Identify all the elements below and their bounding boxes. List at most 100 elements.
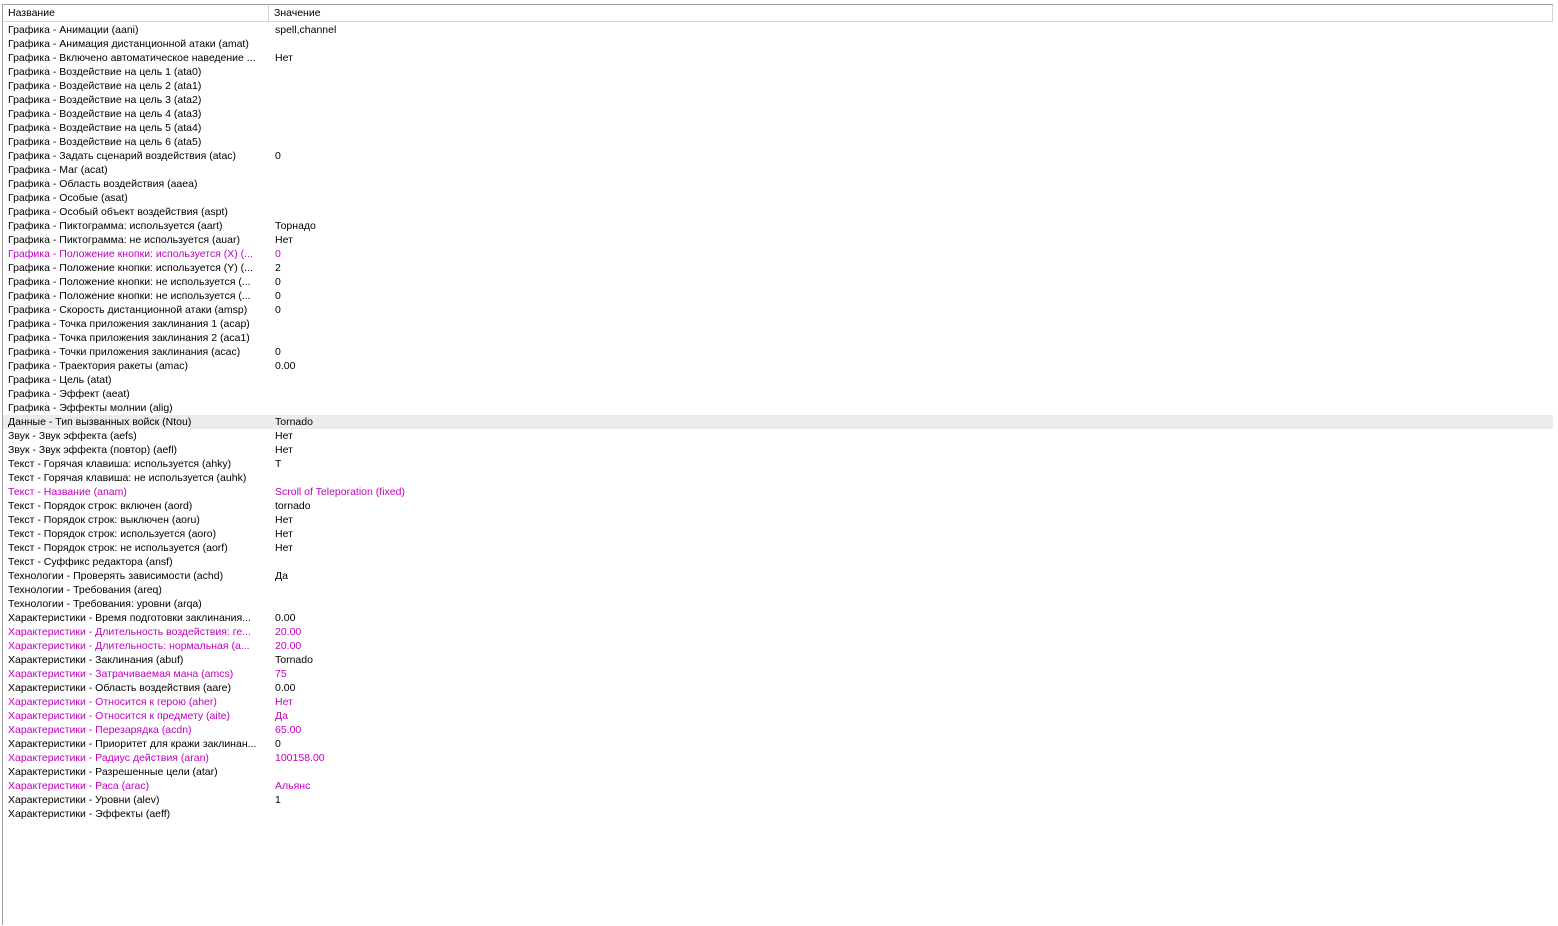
property-value: 1 xyxy=(275,794,281,806)
table-row[interactable]: Графика - Точка приложения заклинания 1 … xyxy=(3,317,1553,331)
table-row[interactable]: Графика - Цель (atat) xyxy=(3,373,1553,387)
table-row[interactable]: Звук - Звук эффекта (повтор) (aefl) Нет xyxy=(3,443,1553,457)
property-value: 2 xyxy=(275,262,281,274)
table-row[interactable]: Графика - Положение кнопки: не используе… xyxy=(3,275,1553,289)
property-name: Характеристики - Приоритет для кражи зак… xyxy=(8,738,257,750)
table-row[interactable]: Графика - Область воздействия (aaea) xyxy=(3,177,1553,191)
table-row[interactable]: Графика - Особые (asat) xyxy=(3,191,1553,205)
table-row[interactable]: Графика - Анимации (aani) spell,channel xyxy=(3,23,1553,37)
table-row[interactable]: Характеристики - Область воздействия (aa… xyxy=(3,681,1553,695)
property-name: Текст - Порядок строк: используется (aor… xyxy=(8,528,217,540)
table-row[interactable]: Графика - Точка приложения заклинания 2 … xyxy=(3,331,1553,345)
table-row[interactable]: Звук - Звук эффекта (aefs) Нет xyxy=(3,429,1553,443)
property-value: 20.00 xyxy=(275,640,302,652)
property-value: 0.00 xyxy=(275,682,296,694)
table-row[interactable]: Графика - Положение кнопки: не используе… xyxy=(3,289,1553,303)
property-value: 0 xyxy=(275,304,281,316)
property-name: Графика - Воздействие на цель 2 (ata1) xyxy=(8,80,202,92)
property-name: Графика - Включено автоматическое наведе… xyxy=(8,52,256,64)
property-value: Нет xyxy=(275,430,293,442)
table-row[interactable]: Графика - Особый объект воздействия (asp… xyxy=(3,205,1553,219)
column-header-value[interactable]: Значение xyxy=(269,5,1553,21)
table-row[interactable]: Текст - Горячая клавиша: не используется… xyxy=(3,471,1553,485)
table-row[interactable]: Графика - Точки приложения заклинания (a… xyxy=(3,345,1553,359)
table-row[interactable]: Характеристики - Длительность: нормальна… xyxy=(3,639,1553,653)
table-row[interactable]: Графика - Воздействие на цель 2 (ata1) xyxy=(3,79,1553,93)
table-row[interactable]: Данные - Тип вызванных войск (Ntou) Torna… xyxy=(3,415,1553,429)
table-row[interactable]: Характеристики - Длительность воздействи… xyxy=(3,625,1553,639)
property-value: T xyxy=(275,458,282,470)
table-row[interactable]: Текст - Порядок строк: выключен (aoru) Не… xyxy=(3,513,1553,527)
property-name: Текст - Горячая клавиша: используется (a… xyxy=(8,458,232,470)
property-name: Данные - Тип вызванных войск (Ntou) xyxy=(8,416,192,428)
table-row[interactable]: Характеристики - Эффекты (aeff) xyxy=(3,807,1553,821)
column-header-name[interactable]: Название xyxy=(3,5,269,21)
table-row[interactable]: Текст - Порядок строк: используется (aor… xyxy=(3,527,1553,541)
property-value: Альянс xyxy=(275,780,311,792)
table-row[interactable]: Графика - Воздействие на цель 1 (ata0) xyxy=(3,65,1553,79)
property-name: Характеристики - Перезарядка (acdn) xyxy=(8,724,192,736)
table-row[interactable]: Характеристики - Приоритет для кражи зак… xyxy=(3,737,1553,751)
property-name: Технологии - Требования (areq) xyxy=(8,584,162,596)
table-row[interactable]: Графика - Положение кнопки: используется… xyxy=(3,261,1553,275)
table-row[interactable]: Текст - Порядок строк: включен (aord) tor… xyxy=(3,499,1553,513)
table-row[interactable]: Характеристики - Относится к герою (aher… xyxy=(3,695,1553,709)
property-value: Tornado xyxy=(275,654,313,666)
property-name: Графика - Положение кнопки: не используе… xyxy=(8,276,251,288)
table-row[interactable]: Графика - Задать сценарий воздействия (a… xyxy=(3,149,1553,163)
table-row[interactable]: Характеристики - Раса (arac) Альянс xyxy=(3,779,1553,793)
table-row[interactable]: Графика - Воздействие на цель 6 (ata5) xyxy=(3,135,1553,149)
property-name: Графика - Анимации (aani) xyxy=(8,24,139,36)
table-row[interactable]: Технологии - Требования (areq) xyxy=(3,583,1553,597)
table-row[interactable]: Графика - Воздействие на цель 3 (ata2) xyxy=(3,93,1553,107)
table-row[interactable]: Графика - Маг (acat) xyxy=(3,163,1553,177)
property-name: Графика - Положение кнопки: используется… xyxy=(8,248,253,260)
property-name: Текст - Порядок строк: не используется (… xyxy=(8,542,228,554)
property-name: Характеристики - Радиус действия (aran) xyxy=(8,752,209,764)
property-name: Графика - Положение кнопки: не используе… xyxy=(8,290,251,302)
property-name: Графика - Анимация дистанционной атаки (… xyxy=(8,38,249,50)
table-row[interactable]: Технологии - Проверять зависимости (achd… xyxy=(3,569,1553,583)
table-row[interactable]: Текст - Название (anam) Scroll of Telepor… xyxy=(3,485,1553,499)
table-row[interactable]: Характеристики - Заклинания (abuf) Tornad… xyxy=(3,653,1553,667)
list-rows: Графика - Анимации (aani) spell,channel Гр… xyxy=(3,23,1553,821)
table-row[interactable]: Характеристики - Разрешенные цели (atar) xyxy=(3,765,1553,779)
table-row[interactable]: Графика - Пиктограмма: не используется (… xyxy=(3,233,1553,247)
property-name: Графика - Точка приложения заклинания 2 … xyxy=(8,332,250,344)
table-row[interactable]: Графика - Эффект (aeat) xyxy=(3,387,1553,401)
table-row[interactable]: Графика - Воздействие на цель 4 (ata3) xyxy=(3,107,1553,121)
table-row[interactable]: Характеристики - Время подготовки заклин… xyxy=(3,611,1553,625)
table-row[interactable]: Характеристики - Затрачиваемая мана (amc… xyxy=(3,667,1553,681)
table-row[interactable]: Графика - Эффекты молнии (alig) xyxy=(3,401,1553,415)
property-value: tornado xyxy=(275,500,311,512)
table-row[interactable]: Текст - Суффикс редактора (ansf) xyxy=(3,555,1553,569)
property-value: Нет xyxy=(275,444,293,456)
table-row[interactable]: Графика - Воздействие на цель 5 (ata4) xyxy=(3,121,1553,135)
table-row[interactable]: Графика - Включено автоматическое наведе… xyxy=(3,51,1553,65)
table-row[interactable]: Графика - Положение кнопки: используется… xyxy=(3,247,1553,261)
property-value: 20.00 xyxy=(275,626,302,638)
property-value: Да xyxy=(275,570,288,582)
property-value: 100158.00 xyxy=(275,752,325,764)
table-row[interactable]: Текст - Порядок строк: не используется (… xyxy=(3,541,1553,555)
property-name: Графика - Воздействие на цель 1 (ata0) xyxy=(8,66,202,78)
property-name: Графика - Воздействие на цель 4 (ata3) xyxy=(8,108,202,120)
property-name: Характеристики - Длительность воздействи… xyxy=(8,626,251,638)
property-name: Характеристики - Уровни (alev) xyxy=(8,794,160,806)
property-name: Характеристики - Относится к герою (aher… xyxy=(8,696,217,708)
table-row[interactable]: Технологии - Требования: уровни (arqa) xyxy=(3,597,1553,611)
table-row[interactable]: Графика - Пиктограмма: используется (aar… xyxy=(3,219,1553,233)
table-row[interactable]: Характеристики - Уровни (alev) 1 xyxy=(3,793,1553,807)
table-row[interactable]: Графика - Анимация дистанционной атаки (… xyxy=(3,37,1553,51)
table-row[interactable]: Характеристики - Перезарядка (acdn) 65.00 xyxy=(3,723,1553,737)
table-row[interactable]: Характеристики - Радиус действия (aran) 1… xyxy=(3,751,1553,765)
property-value: 0.00 xyxy=(275,360,296,372)
property-value: Нет xyxy=(275,514,293,526)
object-properties-list[interactable]: Название Значение Графика - Анимации (aa… xyxy=(2,4,1553,925)
table-row[interactable]: Характеристики - Относится к предмету (a… xyxy=(3,709,1553,723)
property-name: Графика - Эффект (aeat) xyxy=(8,388,130,400)
property-name: Графика - Воздействие на цель 5 (ata4) xyxy=(8,122,202,134)
table-row[interactable]: Текст - Горячая клавиша: используется (a… xyxy=(3,457,1553,471)
table-row[interactable]: Графика - Скорость дистанционной атаки (… xyxy=(3,303,1553,317)
table-row[interactable]: Графика - Траектория ракеты (amac) 0.00 xyxy=(3,359,1553,373)
